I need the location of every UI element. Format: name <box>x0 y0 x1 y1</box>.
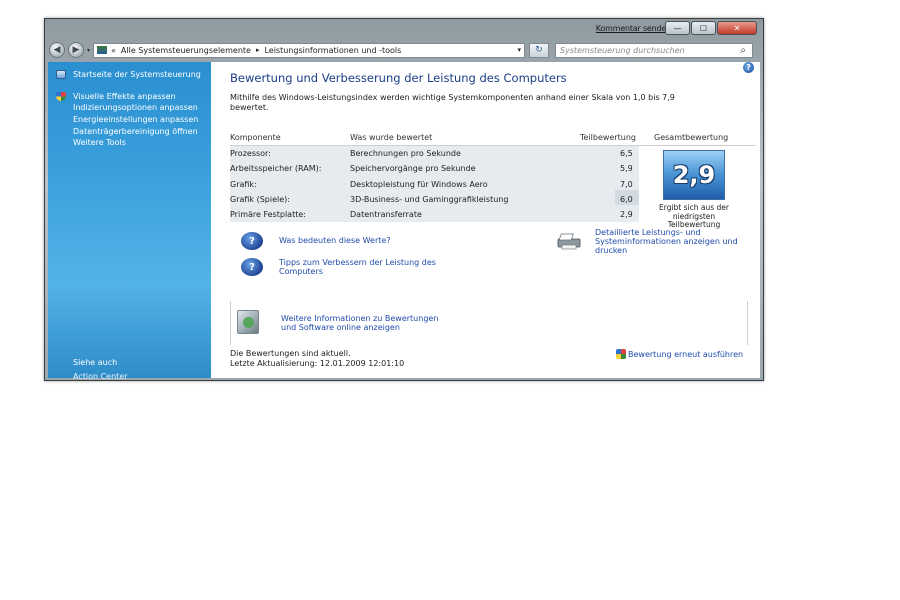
address-bar[interactable]: « Alle Systemsteuerungselemente ▸ Leistu… <box>93 42 526 58</box>
header-component: Komponente <box>230 133 281 142</box>
print-details-link[interactable]: Detaillierte Leistungs- und Systeminform… <box>595 228 750 255</box>
task-sidebar: Startseite der Systemsteuerung Visuelle … <box>48 62 211 381</box>
sidebar-item-action-center[interactable]: Action Center <box>73 372 128 381</box>
row-score: 5,9 <box>620 164 633 174</box>
address-prefix[interactable]: « <box>111 46 116 55</box>
row-rated: Desktopleistung für Windows Aero <box>350 179 488 189</box>
uac-shield-icon <box>616 349 626 359</box>
window-controls: — ☐ ✕ <box>665 21 757 35</box>
printer-icon <box>557 233 581 250</box>
breadcrumb-separator-icon[interactable]: ▸ <box>256 46 260 54</box>
sidebar-item-power[interactable]: Energieeinstellungen anpassen <box>48 114 211 126</box>
base-score-note: Ergibt sich aus der niedrigsten Teilbewe… <box>659 203 729 230</box>
close-button[interactable]: ✕ <box>717 21 757 35</box>
search-icon[interactable]: ⌕ <box>740 45 746 56</box>
meaning-help-row: ? Was bedeuten diese Werte? <box>241 232 391 250</box>
row-score: 6,0 <box>620 194 633 204</box>
main-panel: ? Bewertung und Verbesserung der Leistun… <box>211 62 760 378</box>
help-question-icon: ? <box>241 232 263 250</box>
row-rated: Berechnungen pro Sekunde <box>350 149 461 158</box>
sidebar-item-visual-effects[interactable]: Visuelle Effekte anpassen <box>48 91 211 103</box>
row-score: 7,0 <box>620 179 633 189</box>
recent-pages-dropdown[interactable]: ▾ <box>87 47 90 54</box>
row-rated: Datentransferrate <box>350 210 422 220</box>
score-table: Komponente Was wurde bewertet Teilbewert… <box>230 129 756 229</box>
header-subscore: Teilbewertung <box>580 133 637 142</box>
minimize-button[interactable]: — <box>665 21 690 35</box>
feedback-link[interactable]: Kommentar senden <box>596 24 671 33</box>
row-rated: 3D-Business- und Gaminggrafikleistung <box>350 194 509 204</box>
window-content: Startseite der Systemsteuerung Visuelle … <box>48 62 760 381</box>
page-title: Bewertung und Verbesserung der Leistung … <box>230 71 567 85</box>
sidebar-home-link[interactable]: Startseite der Systemsteuerung <box>48 69 211 81</box>
breadcrumb-performance-tools[interactable]: Leistungsinformationen und -tools <box>264 46 401 55</box>
maximize-button[interactable]: ☐ <box>691 21 716 35</box>
search-placeholder: Systemsteuerung durchsuchen <box>560 45 685 55</box>
help-icon[interactable]: ? <box>743 62 754 73</box>
row-rated: Speichervorgänge pro Sekunde <box>350 164 476 174</box>
back-button[interactable]: ◀ <box>49 42 65 58</box>
row-score: 2,9 <box>620 210 633 220</box>
sidebar-item-advanced-tools[interactable]: Weitere Tools <box>48 137 211 149</box>
uac-shield-icon <box>56 91 66 101</box>
control-panel-icon <box>97 46 108 54</box>
address-dropdown-icon[interactable]: ▾ <box>518 46 522 54</box>
online-info-link[interactable]: Weitere Informationen zu Bewertungen und… <box>281 314 456 332</box>
software-info-icon <box>237 310 259 334</box>
base-score-tile: 2,9 <box>663 150 725 200</box>
table-header: Komponente Was wurde bewertet Teilbewert… <box>230 129 756 146</box>
intro-text: Mithilfe des Windows-Leistungsindex werd… <box>230 93 675 112</box>
header-rated: Was wurde bewertet <box>350 133 433 142</box>
row-component: Grafik: <box>230 179 257 189</box>
forward-button[interactable]: ▶ <box>68 42 84 58</box>
meaning-link[interactable]: Was bedeuten diese Werte? <box>279 236 391 245</box>
online-info-box: Weitere Informationen zu Bewertungen und… <box>230 301 748 345</box>
row-component: Prozessor: <box>230 149 271 158</box>
row-component: Arbeitsspeicher (RAM): <box>230 164 322 174</box>
search-input[interactable]: Systemsteuerung durchsuchen ⌕ <box>555 42 754 58</box>
help-question-icon: ? <box>241 258 263 276</box>
rerun-label: Bewertung erneut ausführen <box>628 349 744 359</box>
sidebar-item-label: Visuelle Effekte anpassen <box>73 91 176 101</box>
row-component: Primäre Festplatte: <box>230 210 306 220</box>
tips-help-row: ? Tipps zum Verbessern der Leistung des … <box>241 258 454 276</box>
row-score: 6,5 <box>620 149 633 158</box>
navigation-bar: ◀ ▶ ▾ « Alle Systemsteuerungselemente ▸ … <box>49 41 759 59</box>
status-text: Die Bewertungen sind aktuell. Letzte Akt… <box>230 349 404 368</box>
breadcrumb-all-items[interactable]: Alle Systemsteuerungselemente <box>121 46 251 55</box>
rerun-assessment-link[interactable]: Bewertung erneut ausführen <box>616 349 743 359</box>
control-panel-window: Kommentar senden — ☐ ✕ ◀ ▶ ▾ « Alle Syst… <box>44 18 764 381</box>
control-panel-home-icon <box>56 70 66 79</box>
sidebar-item-disk-cleanup[interactable]: Datenträgerbereinigung öffnen <box>48 126 211 138</box>
sidebar-home-label: Startseite der Systemsteuerung <box>73 70 201 79</box>
title-bar: Kommentar senden — ☐ ✕ <box>45 19 763 39</box>
tips-link[interactable]: Tipps zum Verbessern der Leistung des Co… <box>279 258 454 276</box>
status-current: Die Bewertungen sind aktuell. <box>230 349 351 358</box>
sidebar-item-indexing[interactable]: Indizierungsoptionen anpassen <box>48 102 211 114</box>
refresh-button[interactable]: ↻ <box>529 42 550 58</box>
header-base-score: Gesamtbewertung <box>654 133 729 142</box>
see-also-heading: Siehe auch <box>73 358 118 367</box>
row-component: Grafik (Spiele): <box>230 194 290 204</box>
status-last-update: Letzte Aktualisierung: 12.01.2009 12:01:… <box>230 358 405 368</box>
